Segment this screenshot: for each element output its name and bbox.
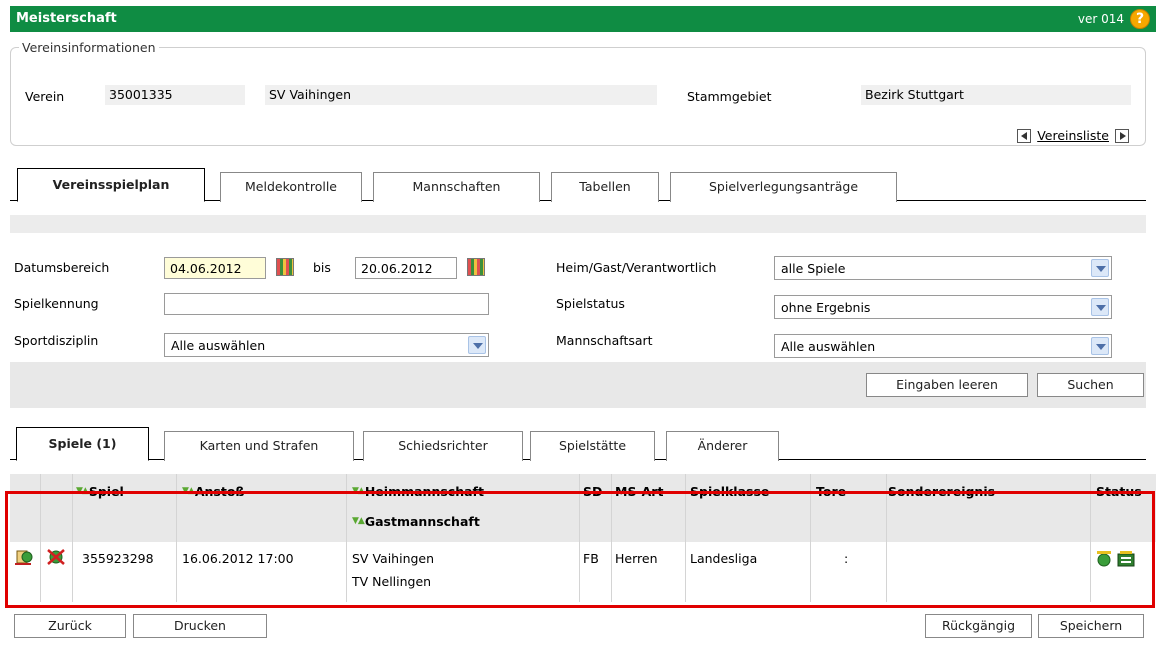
calendar-to-icon[interactable] [467,258,485,276]
mannschaftsart-label: Mannschaftsart [556,333,653,348]
chevron-down-icon[interactable] [1091,259,1109,277]
tab-schiedsrichter[interactable]: Schiedsrichter [363,431,523,461]
page-title: Meisterschaft [16,11,117,26]
tab-spielstaette[interactable]: Spielstätte [530,431,655,461]
heimgast-label: Heim/Gast/Verantwortlich [556,260,717,275]
bis-label: bis [313,260,331,275]
vereinsliste-nav: Vereinsliste [1017,128,1129,143]
main-tab-bar: Vereinsspielplan Meldekontrolle Mannscha… [10,164,1146,202]
search-button[interactable]: Suchen [1037,373,1144,397]
tab-mannschaften[interactable]: Mannschaften [373,172,540,202]
highlight-frame [5,491,1155,608]
undo-button[interactable]: Rückgängig [925,614,1032,638]
tab-aenderer[interactable]: Änderer [666,431,779,461]
clear-inputs-button[interactable]: Eingaben leeren [866,373,1028,397]
spielstatus-value: ohne Ergebnis [781,300,871,315]
tab-tabellen[interactable]: Tabellen [551,172,659,202]
spielkennung-input[interactable] [164,293,489,315]
sportdisziplin-select[interactable]: Alle auswählen [164,333,489,357]
filter-top-band [10,215,1146,233]
sub-tab-bar: Spiele (1) Karten und Strafen Schiedsric… [10,423,1146,461]
calendar-from-icon[interactable] [276,258,294,276]
help-icon[interactable]: ? [1130,9,1150,29]
verein-name: SV Vaihingen [265,85,657,105]
datumsbereich-label: Datumsbereich [14,260,110,275]
tab-spielverlegungsantraege[interactable]: Spielverlegungsanträge [670,172,897,202]
vereinsinformationen-legend: Vereinsinformationen [22,40,156,55]
tab-vereinsspielplan[interactable]: Vereinsspielplan [17,168,205,202]
back-button[interactable]: Zurück [14,614,126,638]
next-arrow-icon[interactable] [1115,128,1129,143]
mannschaftsart-value: Alle auswählen [781,339,876,354]
filter-panel: Datumsbereich bis Spielkennung Sportdisz… [10,215,1146,408]
heimgast-select[interactable]: alle Spiele [774,256,1112,280]
vereinsinformationen-panel: Vereinsinformationen Verein 35001335 SV … [10,40,1146,146]
spielstatus-label: Spielstatus [556,296,625,311]
sportdisziplin-value: Alle auswählen [171,338,266,353]
sportdisziplin-label: Sportdisziplin [14,333,99,348]
heimgast-value: alle Spiele [781,261,846,276]
version-label: ver 014 [1077,12,1124,26]
chevron-down-icon[interactable] [468,336,486,354]
tab-meldekontrolle[interactable]: Meldekontrolle [220,172,362,202]
title-bar: Meisterschaft ver 014 ? [10,6,1156,32]
verein-label: Verein [25,89,65,104]
verein-number: 35001335 [105,85,245,105]
vereinsliste-link[interactable]: Vereinsliste [1037,128,1109,143]
stammgebiet-label: Stammgebiet [687,89,772,104]
previous-arrow-icon[interactable] [1017,128,1032,143]
tab-karten-und-strafen[interactable]: Karten und Strafen [164,431,354,461]
spielkennung-label: Spielkennung [14,296,99,311]
print-button[interactable]: Drucken [133,614,267,638]
stammgebiet-value: Bezirk Stuttgart [861,85,1131,105]
date-to-input[interactable] [355,257,457,279]
chevron-down-icon[interactable] [1091,298,1109,316]
chevron-down-icon[interactable] [1091,337,1109,355]
save-button[interactable]: Speichern [1038,614,1144,638]
mannschaftsart-select[interactable]: Alle auswählen [774,334,1112,358]
date-from-input[interactable] [164,257,266,279]
spielstatus-select[interactable]: ohne Ergebnis [774,295,1112,319]
tab-spiele[interactable]: Spiele (1) [16,427,149,461]
